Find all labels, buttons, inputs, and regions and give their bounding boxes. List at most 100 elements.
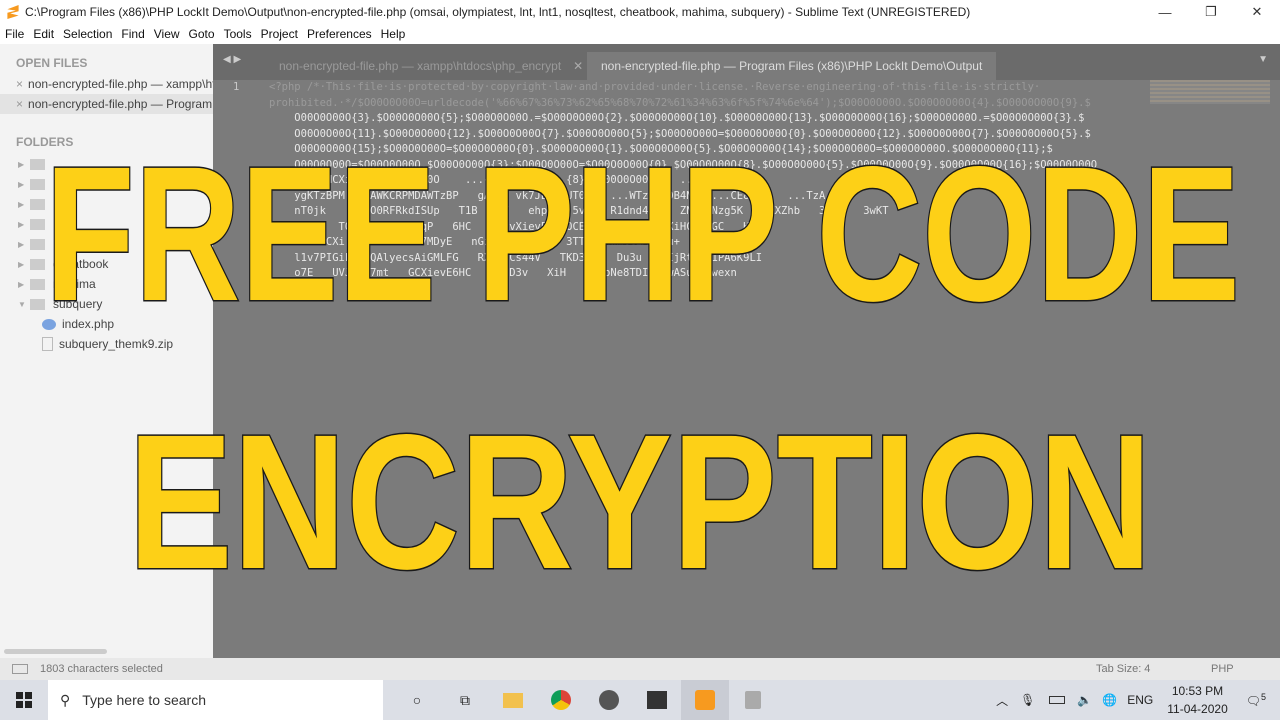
tab-size[interactable]: Tab Size: 4 <box>1096 663 1150 675</box>
code-line: ygKTzBPM AWKCRPMDAWTzBP gAs vk7JE UT08 .… <box>269 189 826 202</box>
code-line: OCXiHCXi mAILNKIT77MDyE nGzu4 Gzk0 3TT n… <box>269 236 680 248</box>
file-item[interactable]: index.php <box>0 314 213 334</box>
line-number: 1 <box>233 81 240 93</box>
notifications-icon[interactable]: 🗨5 <box>1246 692 1266 708</box>
menu-project[interactable]: Project <box>257 27 302 41</box>
tab-label: non-encrypted-file.php — xampp\htdocs\ph… <box>279 59 562 73</box>
close-icon[interactable]: × <box>16 97 23 111</box>
folder-icon <box>30 158 45 170</box>
menu-bar: File Edit Selection Find View Goto Tools… <box>0 24 1280 44</box>
sublime-text-taskbar-icon[interactable] <box>681 680 729 720</box>
menu-find[interactable]: Find <box>117 27 148 41</box>
volume-icon[interactable]: 🔈 <box>1077 693 1092 707</box>
minimize-button[interactable]: — <box>1142 0 1188 24</box>
code-line: l1v7PIGiF QAlyecsAiGMLFG RXEsyCs44V TKD3… <box>269 251 763 264</box>
menu-goto[interactable]: Goto <box>185 27 219 41</box>
expand-icon[interactable]: ▶ <box>18 280 30 289</box>
lock-app-icon[interactable] <box>729 680 777 720</box>
task-view-icon[interactable]: ⧉ <box>441 680 489 720</box>
title-bar: C:\Program Files (x86)\PHP LockIt Demo\O… <box>0 0 1280 24</box>
code-line: prohibited.·*/$O00O0O00O=urldecode('%66%… <box>269 96 1091 109</box>
open-file-label: non-encrypted-file.php — Program Files (… <box>28 97 213 111</box>
folder-item-subquery[interactable]: ▼ subquery <box>0 294 213 314</box>
expand-icon[interactable]: ▶ <box>18 160 30 169</box>
7zip-icon[interactable] <box>633 680 681 720</box>
clock-time: 10:53 PM <box>1171 684 1224 698</box>
expand-icon[interactable]: ▶ <box>18 200 30 209</box>
open-file-item[interactable]: × non-encrypted-file.php — xampp\htdocs\p… <box>0 74 213 94</box>
system-tray: ︿ 🎙 🔈 🌐 ENG 10:53 PM 11-04-2020 🗨5 <box>996 680 1280 720</box>
file-label: index.php <box>62 317 115 331</box>
close-button[interactable]: ✕ <box>1234 0 1280 24</box>
code-line: nT0jk 9ECO0RFRkdISUp T1B VV ehpa 5vd R1d… <box>269 205 889 217</box>
folder-label: cheatbook <box>53 257 109 271</box>
menu-selection[interactable]: Selection <box>59 27 116 41</box>
expand-icon[interactable]: ▶ <box>18 260 30 269</box>
panel-toggle-icon[interactable] <box>12 664 28 674</box>
maximize-button[interactable]: ❐ <box>1188 0 1234 24</box>
tab-bar: ◀ ▶ non-encrypted-file.php — xampp\htdoc… <box>213 44 1280 80</box>
close-icon[interactable]: ✕ <box>573 59 583 73</box>
network-globe-icon[interactable]: 🌐 <box>1102 693 1117 707</box>
open-file-label: non-encrypted-file.php — xampp\htdocs\ph… <box>28 77 213 91</box>
sublime-logo-icon <box>7 5 19 19</box>
folder-icon <box>30 178 45 190</box>
code-line: O00O0O00O{15};$O00O0O00O=$O00O0O00O{0}.$… <box>269 143 1053 155</box>
folder-item[interactable]: ▶ <box>0 174 213 194</box>
browser-icon[interactable] <box>585 680 633 720</box>
battery-icon[interactable] <box>1049 696 1066 704</box>
sidebar-scrollbar[interactable] <box>4 649 107 654</box>
file-item[interactable]: subquery_themk9.zip <box>0 334 213 354</box>
folder-icon <box>30 258 45 270</box>
menu-file[interactable]: File <box>1 27 28 41</box>
folder-item[interactable]: ▶ <box>0 194 213 214</box>
clock[interactable]: 10:53 PM 11-04-2020 <box>1167 682 1228 718</box>
expand-icon[interactable]: ▶ <box>18 180 30 189</box>
close-icon[interactable]: × <box>16 77 23 91</box>
language-indicator[interactable]: ENG <box>1127 693 1153 707</box>
menu-preferences[interactable]: Preferences <box>303 27 376 41</box>
folder-item[interactable]: ▶ cheatbook <box>0 254 213 274</box>
folder-item[interactable]: ▶ <box>0 214 213 234</box>
search-placeholder: Type here to search <box>82 692 207 708</box>
code-line: O00O0O00O{11}.$O00O0O00O{12}.$O00O0O00O{… <box>269 127 1091 140</box>
folder-label: mahima <box>53 277 96 291</box>
menu-help[interactable]: Help <box>377 27 410 41</box>
tab-dropdown-icon[interactable]: ▼ <box>1258 54 1268 65</box>
folder-icon <box>30 218 45 230</box>
chevron-up-icon[interactable]: ︿ <box>996 692 1008 709</box>
folders-header: FOLDERS <box>16 135 74 149</box>
zip-file-icon <box>42 337 53 351</box>
notification-count: 5 <box>1260 692 1266 702</box>
folder-item[interactable]: ▶ <box>0 234 213 254</box>
file-label: subquery_themk9.zip <box>59 337 174 351</box>
tab-output[interactable]: non-encrypted-file.php — Program Files (… <box>587 52 997 80</box>
cortana-icon[interactable]: ○ <box>393 680 441 720</box>
folder-item[interactable]: ▶ <box>0 154 213 174</box>
tab-xampp[interactable]: non-encrypted-file.php — xampp\htdocs\ph… <box>265 52 597 80</box>
expand-icon[interactable]: ▶ <box>18 240 30 249</box>
open-file-item[interactable]: × non-encrypted-file.php — Program Files … <box>0 94 213 114</box>
folder-icon <box>30 278 45 290</box>
syntax-mode[interactable]: PHP <box>1211 663 1234 675</box>
window-title: C:\Program Files (x86)\PHP LockIt Demo\O… <box>25 5 971 19</box>
menu-tools[interactable]: Tools <box>220 27 256 41</box>
file-explorer-icon[interactable] <box>489 680 537 720</box>
open-files-header: OPEN FILES <box>16 56 88 70</box>
expand-icon[interactable]: ▶ <box>18 220 30 229</box>
tab-label: non-encrypted-file.php — Program Files (… <box>601 59 983 73</box>
folder-label: subquery <box>53 297 103 311</box>
code-line: O00O0O00O=$O00O0O00O.$O00O0O00O{3};$O00O… <box>269 158 1098 171</box>
minimap[interactable] <box>1150 80 1270 104</box>
taskbar-search-input[interactable]: ⚲ Type here to search <box>48 680 383 720</box>
menu-view[interactable]: View <box>150 27 184 41</box>
code-lines[interactable]: <?php /*·This·file·is·protected·by·copyr… <box>269 80 1134 282</box>
folder-item[interactable]: ▶ mahima <box>0 274 213 294</box>
chrome-icon[interactable] <box>537 680 585 720</box>
windows-start-icon[interactable] <box>0 680 48 720</box>
microphone-icon[interactable]: 🎙 <box>1020 693 1035 707</box>
tab-nav-arrows-icon[interactable]: ◀ ▶ <box>223 54 241 65</box>
selection-status: 1803 characters selected <box>40 663 163 675</box>
collapse-icon[interactable]: ▼ <box>18 300 30 309</box>
menu-edit[interactable]: Edit <box>29 27 58 41</box>
